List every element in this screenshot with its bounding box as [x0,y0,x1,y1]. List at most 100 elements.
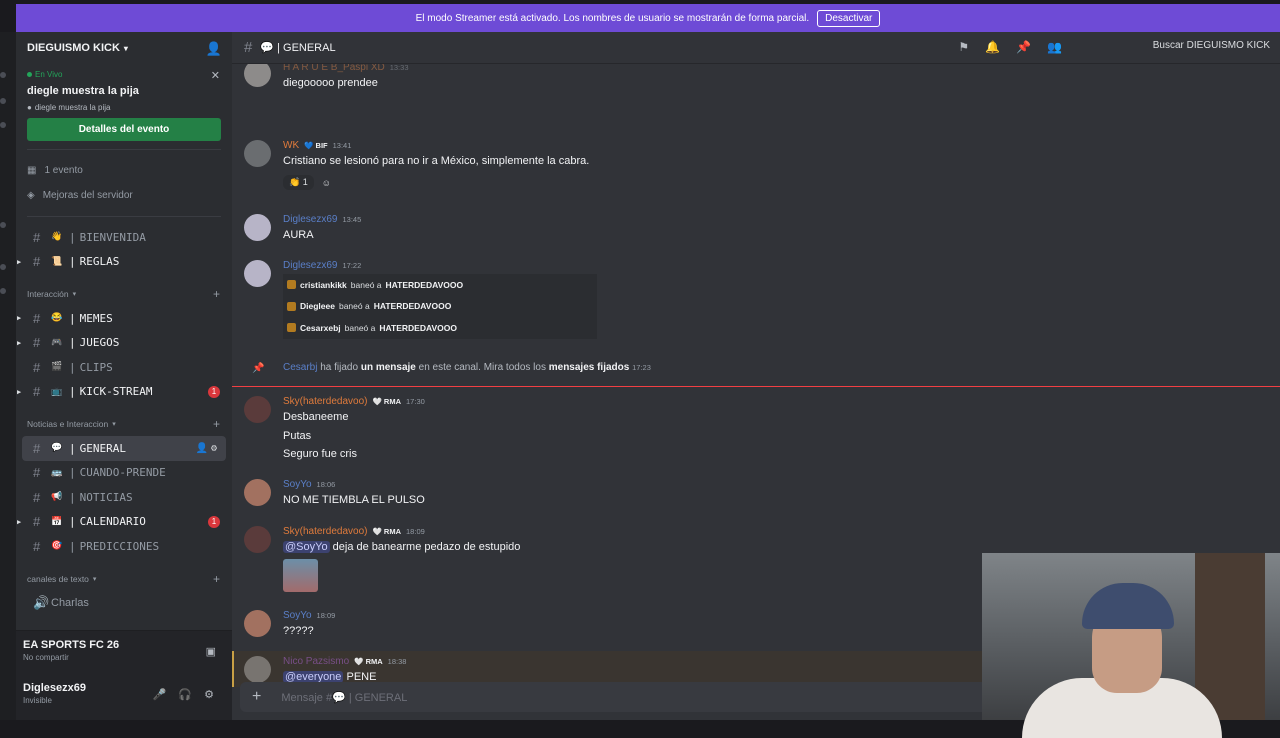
author-name[interactable]: H A R U E B_Paspi XD [283,64,385,73]
search-input[interactable]: Buscar DIEGUISMO KICK [1153,40,1270,51]
channel-label: MEMES [79,311,113,325]
category-canales-de-texto[interactable]: canales de texto ▾ + [16,567,232,591]
reaction-chip[interactable]: 👏 1 [283,175,314,190]
avatar[interactable] [244,140,271,167]
channel-cuando-prende[interactable]: # 🚌 | CUANDO-PRENDE [22,461,226,486]
channel-noticias[interactable]: # 📢 | NOTICIAS [22,485,226,510]
author-name[interactable]: Diglesezx69 [283,214,337,225]
channel-memes[interactable]: ▶ # 😂 | MEMES [17,306,226,331]
timestamp: 18:06 [316,480,336,489]
pin-text: Cesarbj ha fijado un mensaje en este can… [283,362,651,373]
message-header: Nico Pazsismo 🤍 RMA 18:38 [283,656,406,667]
unread-indicator-icon: ▶ [17,387,22,396]
category-interaccion[interactable]: Interacción ▾ + [16,282,232,306]
avatar[interactable] [244,260,271,287]
chevron-down-icon: ▾ [123,43,128,53]
events-link[interactable]: ▦ 1 evento [16,158,232,183]
author-name[interactable]: Sky(haterdedavoo) [283,526,368,537]
role-tag: 🤍 RMA [372,397,402,406]
channel-label: CALENDARIO [79,515,146,529]
category-noticias[interactable]: Noticias e Interaccion ▾ + [16,412,232,436]
channel-reglas[interactable]: ▶ # 📜 | REGLAS [17,250,226,275]
author-name[interactable]: Diglesezx69 [283,260,337,271]
bell-icon[interactable]: 🔔 [985,40,1000,54]
threads-icon[interactable]: ⚑ [958,40,969,54]
avatar[interactable] [244,214,271,241]
attached-image[interactable] [283,559,318,592]
add-member-icon[interactable]: 👤 [206,41,222,57]
avatar[interactable] [244,64,271,87]
live-label: En Vivo [27,70,221,79]
channel-juegos[interactable]: ▶ # 🎮 | JUEGOS [17,331,226,356]
hash-icon: # [33,254,41,270]
deactivate-button[interactable]: Desactivar [817,9,881,27]
timestamp: 18:09 [316,611,336,620]
unread-indicator-icon: ▶ [17,314,22,323]
avatar[interactable] [244,396,271,423]
channel-clips[interactable]: # 🎬 | CLIPS [22,355,226,380]
user-controls: 🎤 🎧 ⚙ [153,688,214,701]
reaction-row: 👏 1 ☺ [283,175,331,190]
author-name[interactable]: SoyYo [283,479,312,490]
ban-entry: Cesarxebj baneó a HATERDEDAVOOO [283,317,597,339]
divider [27,149,221,150]
divider [27,216,221,217]
add-channel-icon[interactable]: + [213,572,220,586]
channel-sidebar: DIEGUISMO KICK ▾ 👤 En Vivo ✕ diegle mues… [16,32,232,720]
chevron-down-icon: ▾ [112,421,116,428]
pin-icon: 📌 [252,363,265,374]
add-channel-icon[interactable]: + [213,287,220,301]
channel-general[interactable]: # 💬 | GENERAL 👤⚙ [22,436,226,461]
channel-kick-stream[interactable]: ▶ # 📺 | KICK-STREAM 1 [17,380,226,405]
headphones-icon[interactable]: 🎧 [178,688,192,701]
gear-icon[interactable]: ⚙ [204,688,214,701]
server-header[interactable]: DIEGUISMO KICK ▾ 👤 [16,32,232,64]
voice-channel-charlas[interactable]: 🔊 Charlas [22,591,226,616]
moderation-log: cristiankikk baneó a HATERDEDAVOOO Dieglee… [283,274,597,339]
channel-settings-icons[interactable]: 👤⚙ [196,443,220,454]
microphone-icon[interactable]: 🎤 [153,688,167,701]
author-name[interactable]: SoyYo [283,610,312,621]
channel-calendario[interactable]: ▶ # 📅 | CALENDARIO 1 [17,510,226,535]
channel-emoji: 🎬 [51,362,63,373]
add-channel-icon[interactable]: + [213,417,220,431]
header-icons: ⚑ 🔔 📌 👥 [958,40,1062,54]
channel-bienvenida[interactable]: # 👋 | BIENVENIDA [22,225,226,250]
location-pin-icon: ● [27,103,32,112]
channel-emoji: 📢 [51,492,63,503]
avatar[interactable] [244,656,271,683]
add-attachment-icon[interactable]: + [252,688,261,706]
avatar[interactable] [244,526,271,553]
hash-icon: # [33,335,41,351]
add-reaction-icon[interactable]: ☺ [322,178,331,188]
pin-icon[interactable]: 📌 [1016,40,1031,54]
unread-indicator-icon: ▶ [17,257,22,266]
avatar[interactable] [244,479,271,506]
message-input[interactable]: Mensaje #💬 | GENERAL [281,691,407,704]
members-icon[interactable]: 👥 [1047,40,1062,54]
channel-label: KICK-STREAM [79,385,153,399]
avatar[interactable] [244,610,271,637]
role-tag: 🤍 RMA [354,657,383,666]
cap-icon [1082,583,1174,629]
user-mention[interactable]: @SoyYo [283,541,330,553]
role-tag: 💙 BIF [304,141,328,150]
channel-emoji: 📺 [51,386,63,397]
server-boost-link[interactable]: ◈ Mejoras del servidor [16,183,232,208]
author-name[interactable]: Sky(haterdedavoo) [283,396,368,407]
event-details-button[interactable]: Detalles del evento [27,118,221,141]
pinned-message-link[interactable]: un mensaje [361,362,416,373]
close-icon[interactable]: ✕ [211,69,220,82]
screen-share-icon[interactable]: ▣ [206,645,216,658]
activity-panel: EA SPORTS FC 26 No compartir ▣ [16,630,232,672]
category-label: canales de texto [27,573,89,584]
message-text: Putas [283,430,312,442]
hash-icon: # [244,39,253,56]
message-header: WK 💙 BIF 13:41 [283,140,351,151]
author-name[interactable]: WK [283,140,299,151]
calendar-icon: ▦ [27,165,37,176]
author-name[interactable]: Nico Pazsismo [283,656,349,667]
channel-emoji: 🚌 [51,467,63,478]
channel-predicciones[interactable]: # 🎯 | PREDICCIONES [22,534,226,559]
pinned-messages-link[interactable]: mensajes fijados [549,362,630,373]
